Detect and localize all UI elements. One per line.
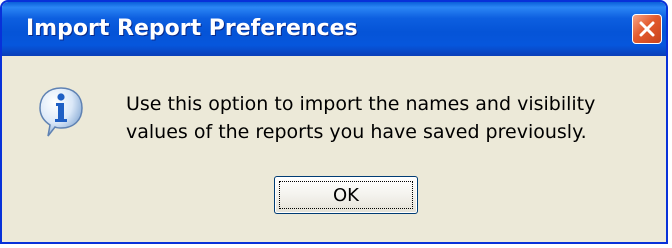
- dialog-window: Import Report Preferences Use this optio…: [0, 0, 668, 244]
- ok-button[interactable]: OK: [274, 176, 418, 214]
- ok-button-label: OK: [279, 181, 413, 209]
- dialog-title: Import Report Preferences: [26, 16, 358, 41]
- close-icon: [639, 21, 655, 37]
- title-bar[interactable]: Import Report Preferences: [2, 2, 666, 56]
- information-icon: [38, 86, 84, 138]
- close-button[interactable]: [632, 14, 662, 44]
- dialog-body: Use this option to import the names and …: [2, 56, 666, 242]
- dialog-message: Use this option to import the names and …: [126, 93, 596, 143]
